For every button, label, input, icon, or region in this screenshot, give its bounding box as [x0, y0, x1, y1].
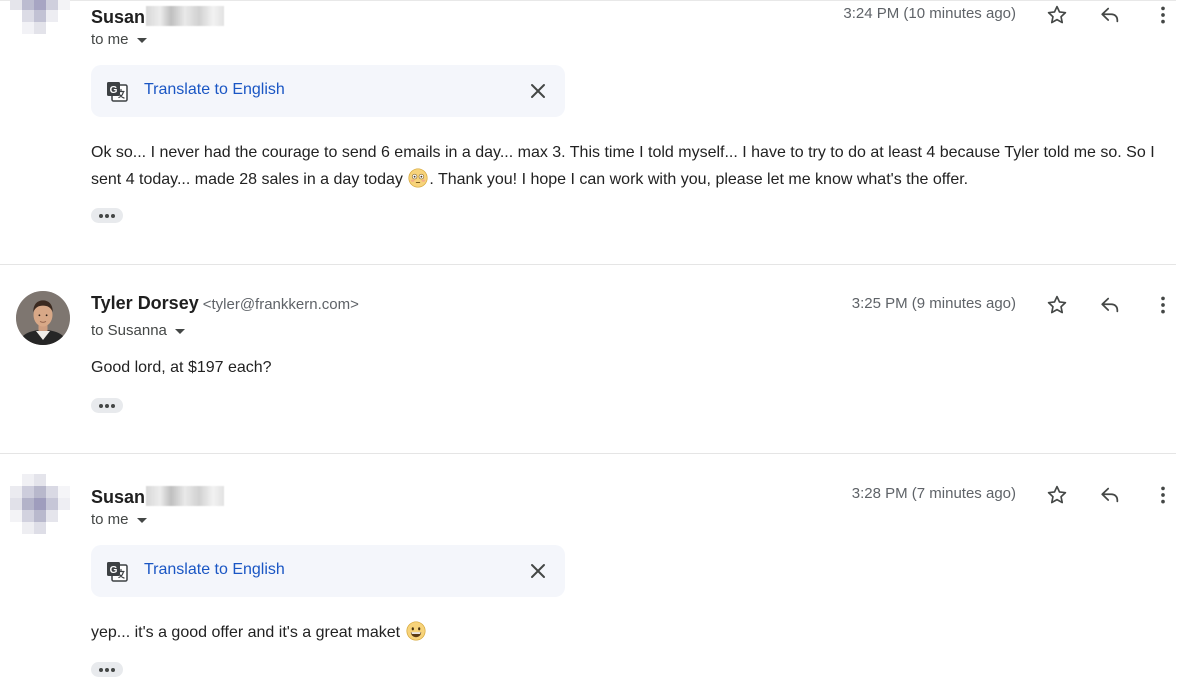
- reply-arrow-icon: [1101, 7, 1119, 23]
- star-button[interactable]: [1044, 2, 1070, 28]
- recipient-label: to me: [91, 31, 129, 48]
- svg-text:G: G: [110, 85, 118, 96]
- more-vertical-icon: [1161, 6, 1165, 24]
- email-message: Tyler Dorsey <tyler@frankkern.com> to Su…: [0, 265, 1176, 453]
- close-icon[interactable]: [528, 81, 548, 101]
- star-button[interactable]: [1044, 482, 1070, 508]
- translate-bar: G Translate to English: [91, 545, 565, 597]
- show-trimmed-content-button[interactable]: [91, 398, 123, 413]
- redacted-surname: [146, 486, 225, 506]
- caret-down-icon: [136, 517, 147, 523]
- sender-avatar[interactable]: [10, 474, 70, 534]
- message-body-text: Good lord, at $197 each?: [91, 359, 272, 376]
- message-body: yep... it's a good offer and it's a grea…: [91, 619, 1171, 646]
- recipient-details-toggle[interactable]: to me: [91, 511, 147, 528]
- reply-arrow-icon: [1101, 297, 1119, 313]
- sender-name[interactable]: Susan: [91, 7, 145, 28]
- star-outline-icon: [1047, 5, 1067, 24]
- message-body: Ok so... I never had the courage to send…: [91, 139, 1171, 193]
- email-message: Susan to me 3:28 PM (7 minutes ago) G Tr…: [0, 454, 1176, 682]
- star-outline-icon: [1047, 485, 1067, 504]
- sender-avatar[interactable]: [16, 291, 70, 345]
- sender-avatar[interactable]: [10, 0, 70, 34]
- more-vertical-icon: [1161, 296, 1165, 314]
- google-translate-icon: G: [107, 562, 128, 582]
- translate-to-english-link[interactable]: Translate to English: [144, 81, 285, 99]
- star-outline-icon: [1047, 295, 1067, 314]
- sender-line: Tyler Dorsey <tyler@frankkern.com>: [91, 293, 359, 314]
- reply-button[interactable]: [1097, 292, 1123, 318]
- sender-name[interactable]: Susan: [91, 487, 145, 508]
- translate-to-english-link[interactable]: Translate to English: [144, 561, 285, 579]
- close-icon[interactable]: [528, 561, 548, 581]
- reply-button[interactable]: [1097, 2, 1123, 28]
- google-translate-icon: G: [107, 82, 128, 102]
- more-options-button[interactable]: [1150, 292, 1176, 318]
- recipient-details-toggle[interactable]: to Susanna: [91, 322, 185, 339]
- message-time: 3:24 PM (10 minutes ago): [843, 5, 1016, 22]
- message-body-text: yep... it's a good offer and it's a grea…: [91, 624, 401, 641]
- flushed-face-emoji: [408, 168, 428, 188]
- more-options-button[interactable]: [1150, 482, 1176, 508]
- message-time: 3:28 PM (7 minutes ago): [851, 485, 1016, 502]
- caret-down-icon: [136, 37, 147, 43]
- message-time: 3:25 PM (9 minutes ago): [851, 295, 1016, 312]
- svg-text:G: G: [110, 565, 118, 576]
- profile-photo: [16, 291, 70, 345]
- show-trimmed-content-button[interactable]: [91, 662, 123, 677]
- show-trimmed-content-button[interactable]: [91, 208, 123, 223]
- translate-bar: G Translate to English: [91, 65, 565, 117]
- star-button[interactable]: [1044, 292, 1070, 318]
- recipient-label: to Susanna: [91, 322, 167, 339]
- sender-line: Susan: [91, 3, 225, 28]
- grinning-face-emoji: [406, 621, 426, 641]
- redacted-surname: [146, 6, 225, 26]
- sender-line: Susan: [91, 483, 225, 508]
- caret-down-icon: [174, 328, 185, 334]
- recipient-details-toggle[interactable]: to me: [91, 31, 147, 48]
- sender-name[interactable]: Tyler Dorsey: [91, 293, 199, 314]
- reply-button[interactable]: [1097, 482, 1123, 508]
- more-vertical-icon: [1161, 486, 1165, 504]
- message-body-text-end: . Thank you! I hope I can work with you,…: [429, 171, 969, 188]
- email-message: Susan to me 3:24 PM (10 minutes ago) G T…: [0, 0, 1176, 264]
- more-options-button[interactable]: [1150, 2, 1176, 28]
- reply-arrow-icon: [1101, 487, 1119, 503]
- recipient-label: to me: [91, 511, 129, 528]
- sender-email: <tyler@frankkern.com>: [202, 296, 359, 313]
- message-body: Good lord, at $197 each?: [91, 354, 1171, 381]
